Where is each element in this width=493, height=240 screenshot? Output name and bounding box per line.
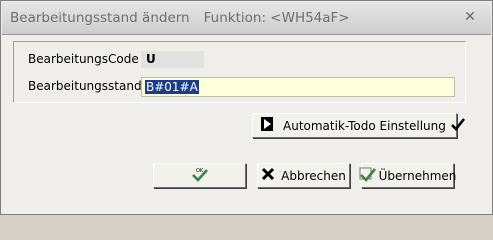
title-label: Bearbeitungsstand ändern bbox=[10, 10, 190, 26]
checkmark-icon bbox=[450, 116, 466, 135]
stand-input-value: B#01#A bbox=[145, 80, 199, 94]
apply-label: Übernehmen bbox=[378, 168, 457, 183]
dialog-window: Bearbeitungsstand ändern Funktion: <WH54a… bbox=[0, 0, 493, 215]
automatik-todo-button[interactable]: Automatik-Todo Einstellung bbox=[252, 113, 465, 138]
ok-check-icon: OK bbox=[191, 166, 209, 185]
code-label: BearbeitungsCode bbox=[28, 52, 139, 66]
ok-button[interactable]: OK bbox=[153, 163, 246, 188]
function-label: Funktion: <WH54aF> bbox=[203, 10, 350, 26]
automatik-todo-label: Automatik-Todo Einstellung bbox=[283, 118, 446, 133]
close-icon[interactable]: ✕ bbox=[463, 10, 477, 24]
stand-label: Bearbeitungsstand bbox=[28, 79, 142, 93]
window-title: Bearbeitungsstand ändern Funktion: <WH54a… bbox=[10, 10, 350, 26]
title-bar[interactable]: Bearbeitungsstand ändern Funktion: <WH54a… bbox=[2, 2, 491, 35]
apply-check-icon bbox=[359, 166, 377, 185]
play-triangle-icon bbox=[261, 117, 273, 134]
apply-button[interactable]: Übernehmen bbox=[359, 163, 457, 188]
x-icon bbox=[261, 167, 275, 184]
cancel-label: Abbrechen bbox=[281, 168, 346, 183]
code-value: U bbox=[141, 51, 204, 68]
stand-input[interactable]: B#01#A bbox=[141, 77, 455, 97]
cancel-button[interactable]: Abbrechen bbox=[257, 163, 350, 188]
